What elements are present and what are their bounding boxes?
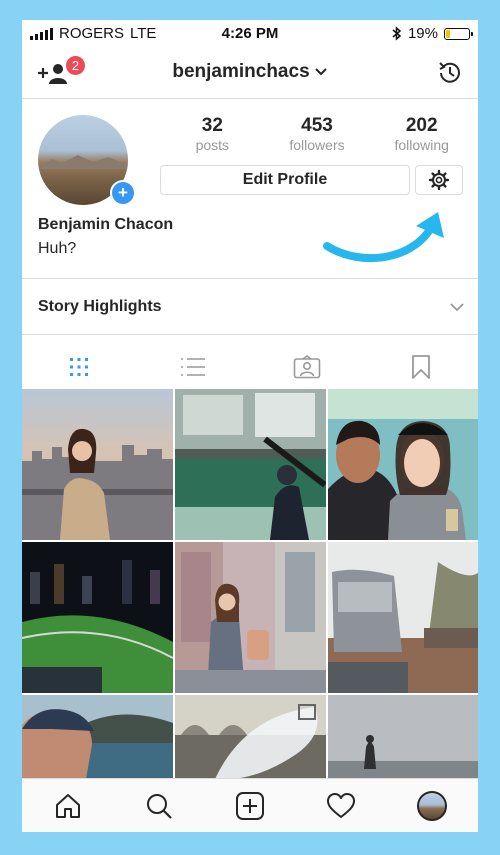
gear-icon xyxy=(428,169,450,191)
nav-activity[interactable] xyxy=(296,779,387,832)
list-icon xyxy=(181,358,205,376)
stat-value: 32 xyxy=(201,115,223,136)
story-highlights-label[interactable]: Story Highlights xyxy=(38,298,162,316)
stat-label: followers xyxy=(289,137,345,153)
photo-tile[interactable] xyxy=(22,542,173,693)
heart-icon xyxy=(327,793,356,818)
profile-header: 2 benjaminchacs xyxy=(22,48,478,99)
battery-percent: 19% xyxy=(407,25,438,42)
username-label: benjaminchacs xyxy=(172,61,310,82)
home-icon xyxy=(55,794,80,818)
bluetooth-icon xyxy=(392,26,402,41)
phone-screen: ROGERS LTE 4:26 PM 19% 2 benjaminchacs + xyxy=(22,20,478,832)
profile-avatar-icon xyxy=(417,791,448,821)
history-icon[interactable] xyxy=(436,59,464,87)
profile-bio: Huh? xyxy=(38,240,77,257)
stat-value: 453 xyxy=(301,115,333,136)
annotation-arrow-icon xyxy=(323,212,444,262)
grid-icon xyxy=(70,358,88,376)
photo-tile[interactable] xyxy=(328,389,478,540)
photo-tile[interactable] xyxy=(175,389,326,540)
tab-tagged[interactable] xyxy=(250,346,364,388)
bottom-nav xyxy=(22,778,478,832)
profile-tabs xyxy=(22,346,478,388)
photo-grid xyxy=(22,389,478,779)
photo-tile[interactable] xyxy=(175,542,326,693)
photo-tile[interactable] xyxy=(22,695,173,779)
search-icon xyxy=(146,794,172,819)
photo-tile[interactable] xyxy=(328,542,478,693)
status-bar: ROGERS LTE 4:26 PM 19% xyxy=(22,20,478,48)
stat-label: posts xyxy=(195,137,230,153)
stat-followers[interactable]: 453 followers xyxy=(265,116,370,156)
username-switcher[interactable]: benjaminchacs xyxy=(22,61,478,83)
new-post-icon xyxy=(236,792,264,820)
profile-name: Benjamin Chacon xyxy=(38,216,174,233)
stat-value: 202 xyxy=(405,115,438,136)
edit-profile-button[interactable]: Edit Profile xyxy=(160,165,410,195)
photo-tile[interactable] xyxy=(175,695,326,779)
stat-label: following xyxy=(394,137,449,153)
nav-home[interactable] xyxy=(22,779,113,832)
chevron-down-icon[interactable] xyxy=(448,298,466,316)
nav-search[interactable] xyxy=(113,779,204,832)
stat-following[interactable]: 202 following xyxy=(369,116,474,156)
saved-icon xyxy=(412,355,430,379)
tab-grid[interactable] xyxy=(22,346,136,388)
tab-saved[interactable] xyxy=(364,346,478,388)
divider xyxy=(22,334,478,335)
nav-new-post[interactable] xyxy=(204,779,295,832)
photo-tile[interactable] xyxy=(328,695,478,779)
tab-list[interactable] xyxy=(136,346,250,388)
battery-icon xyxy=(444,27,473,40)
profile-stats: 32 posts 453 followers 202 following xyxy=(160,116,474,156)
settings-button[interactable] xyxy=(415,165,463,195)
photo-tile[interactable] xyxy=(22,389,173,540)
nav-profile[interactable] xyxy=(387,779,478,832)
divider xyxy=(22,278,478,279)
stat-posts[interactable]: 32 posts xyxy=(160,116,265,156)
tagged-icon xyxy=(293,355,321,379)
add-story-icon[interactable]: + xyxy=(110,180,136,206)
chevron-down-icon xyxy=(314,68,327,76)
